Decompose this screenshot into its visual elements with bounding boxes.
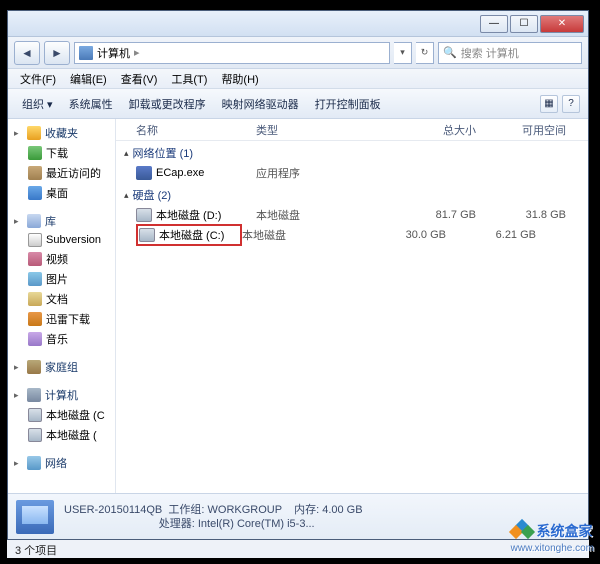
maximize-button[interactable]: ☐ <box>510 15 538 33</box>
control-panel-button[interactable]: 打开控制面板 <box>309 94 387 114</box>
organize-menu[interactable]: 组织 ▾ <box>16 94 59 114</box>
system-properties-button[interactable]: 系统属性 <box>63 94 119 114</box>
sidebar-pictures[interactable]: 图片 <box>8 269 115 289</box>
recent-icon <box>28 166 42 180</box>
sidebar-subversion[interactable]: Subversion <box>8 231 115 249</box>
sidebar-videos[interactable]: 视频 <box>8 249 115 269</box>
item-drive-d[interactable]: 本地磁盘 (D:) 本地磁盘 81.7 GB 31.8 GB <box>116 205 588 225</box>
download-icon <box>28 146 42 160</box>
menu-edit[interactable]: 编辑(E) <box>64 69 113 89</box>
sidebar-computer[interactable]: ▸计算机 <box>8 385 115 405</box>
picture-icon <box>28 272 42 286</box>
drive-icon <box>28 408 42 422</box>
video-icon <box>28 252 42 266</box>
network-icon <box>27 456 41 470</box>
computer-icon <box>27 388 41 402</box>
star-icon <box>27 126 41 140</box>
map-drive-button[interactable]: 映射网络驱动器 <box>216 94 305 114</box>
content-pane: 名称 类型 总大小 可用空间 ▴ 网络位置 (1) ECap.exe 应用程序 … <box>116 119 588 493</box>
sidebar-downloads[interactable]: 下载 <box>8 143 115 163</box>
breadcrumb-sep-icon: ▸ <box>134 46 140 59</box>
sidebar-network[interactable]: ▸网络 <box>8 453 115 473</box>
watermark-logo-icon <box>511 521 533 543</box>
menu-view[interactable]: 查看(V) <box>115 69 164 89</box>
address-dropdown[interactable]: ▾ <box>394 42 412 64</box>
sidebar-desktop[interactable]: 桌面 <box>8 183 115 203</box>
sidebar-music[interactable]: 音乐 <box>8 329 115 349</box>
menu-file[interactable]: 文件(F) <box>14 69 62 89</box>
toolbar: 组织 ▾ 系统属性 卸载或更改程序 映射网络驱动器 打开控制面板 ▦ ? <box>8 89 588 119</box>
back-button[interactable]: ◄ <box>14 41 40 65</box>
xunlei-icon <box>28 312 42 326</box>
details-text: USER-20150114QB 工作组: WORKGROUP 内存: 4.00 … <box>64 503 363 531</box>
titlebar: — ☐ ✕ <box>8 11 588 37</box>
sidebar-favorites[interactable]: ▸收藏夹 <box>8 123 115 143</box>
sidebar-documents[interactable]: 文档 <box>8 289 115 309</box>
col-type[interactable]: 类型 <box>256 122 386 138</box>
collapse-icon: ▴ <box>124 148 129 159</box>
search-placeholder: 搜索 计算机 <box>461 45 519 61</box>
details-pane: USER-20150114QB 工作组: WORKGROUP 内存: 4.00 … <box>8 493 588 539</box>
help-icon[interactable]: ? <box>562 95 580 113</box>
music-icon <box>28 332 42 346</box>
homegroup-icon <box>27 360 41 374</box>
sidebar-recent[interactable]: 最近访问的 <box>8 163 115 183</box>
svn-icon <box>28 233 42 247</box>
view-options-icon[interactable]: ▦ <box>540 95 558 113</box>
computer-large-icon <box>16 500 54 534</box>
sidebar-xunlei[interactable]: 迅雷下载 <box>8 309 115 329</box>
status-bar: 3 个项目 <box>7 540 589 558</box>
application-icon <box>136 166 152 180</box>
forward-button[interactable]: ► <box>44 41 70 65</box>
body: ▸收藏夹 下载 最近访问的 桌面 ▸库 Subversion 视频 图片 文档 … <box>8 119 588 493</box>
sidebar-drive-c[interactable]: 本地磁盘 (C <box>8 405 115 425</box>
watermark: 系统盒家 www.xitonghe.com <box>511 521 594 554</box>
computer-icon <box>79 46 93 60</box>
sidebar: ▸收藏夹 下载 最近访问的 桌面 ▸库 Subversion 视频 图片 文档 … <box>8 119 116 493</box>
group-disk[interactable]: ▴ 硬盘 (2) <box>116 183 588 205</box>
uninstall-button[interactable]: 卸载或更改程序 <box>123 94 212 114</box>
address-bar[interactable]: 计算机 ▸ <box>74 42 390 64</box>
menu-help[interactable]: 帮助(H) <box>215 69 264 89</box>
nav-bar: ◄ ► 计算机 ▸ ▾ ↻ 🔍 搜索 计算机 <box>8 37 588 69</box>
item-ecap[interactable]: ECap.exe 应用程序 <box>116 163 588 183</box>
highlight-box: 本地磁盘 (C:) <box>136 224 242 246</box>
sidebar-drive-d[interactable]: 本地磁盘 ( <box>8 425 115 445</box>
close-button[interactable]: ✕ <box>540 15 584 33</box>
sidebar-homegroup[interactable]: ▸家庭组 <box>8 357 115 377</box>
search-input[interactable]: 🔍 搜索 计算机 <box>438 42 582 64</box>
col-name[interactable]: 名称 <box>136 122 256 138</box>
refresh-button[interactable]: ↻ <box>416 42 434 64</box>
desktop-icon <box>28 186 42 200</box>
menu-bar: 文件(F) 编辑(E) 查看(V) 工具(T) 帮助(H) <box>8 69 588 89</box>
document-icon <box>28 292 42 306</box>
explorer-window: — ☐ ✕ ◄ ► 计算机 ▸ ▾ ↻ 🔍 搜索 计算机 文件(F) 编辑(E)… <box>7 10 589 540</box>
col-total[interactable]: 总大小 <box>386 122 486 138</box>
column-headers: 名称 类型 总大小 可用空间 <box>116 119 588 141</box>
search-icon: 🔍 <box>443 46 457 59</box>
menu-tools[interactable]: 工具(T) <box>165 69 213 89</box>
minimize-button[interactable]: — <box>480 15 508 33</box>
col-free[interactable]: 可用空间 <box>486 122 566 138</box>
collapse-icon: ▴ <box>124 190 129 201</box>
sidebar-libraries[interactable]: ▸库 <box>8 211 115 231</box>
item-drive-c[interactable]: 本地磁盘 (C:) 本地磁盘 30.0 GB 6.21 GB <box>116 225 588 245</box>
drive-icon <box>28 428 42 442</box>
drive-icon <box>136 208 152 222</box>
drive-icon <box>139 228 155 242</box>
group-network-location[interactable]: ▴ 网络位置 (1) <box>116 141 588 163</box>
library-icon <box>27 214 41 228</box>
address-text: 计算机 <box>97 45 130 61</box>
